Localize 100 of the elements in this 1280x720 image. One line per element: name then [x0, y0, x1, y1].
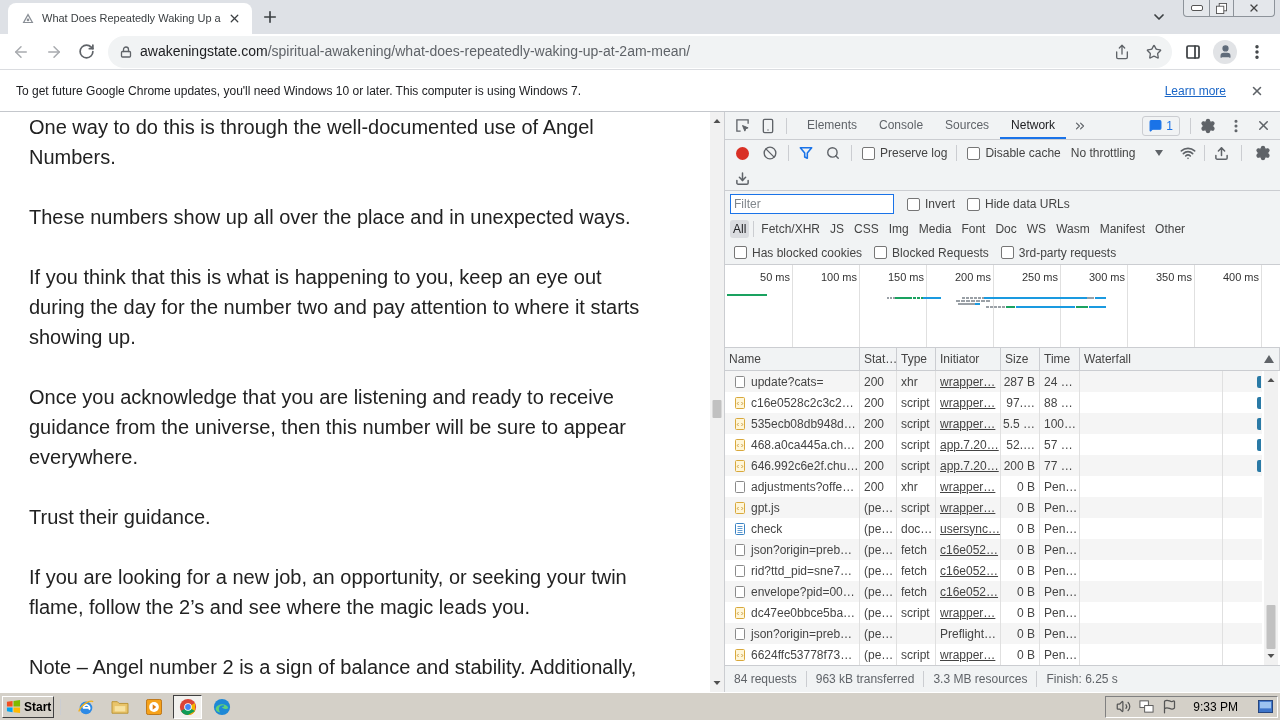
type-filter[interactable]: WS — [1023, 220, 1050, 238]
type-filter[interactable]: CSS — [851, 220, 882, 238]
inspect-element-icon[interactable] — [735, 118, 750, 133]
table-cell[interactable]: dc47ee0bbce5ba… — [751, 603, 856, 622]
taskbar-button[interactable] — [173, 694, 202, 719]
initiator-link[interactable]: c16e052… — [940, 561, 999, 580]
table-cell[interactable]: rid?ttd_pid=sne7… — [751, 561, 853, 580]
device-toolbar-icon[interactable] — [760, 117, 776, 134]
table-cell[interactable]: envelope?pid=00… — [751, 582, 855, 601]
type-filter[interactable]: JS — [827, 220, 848, 238]
panel-tab[interactable]: Sources — [934, 112, 1001, 139]
panel-tab[interactable]: Console — [868, 112, 935, 139]
column-header[interactable]: Initiator — [940, 350, 980, 368]
network-conditions-icon[interactable] — [1180, 145, 1197, 161]
checkbox[interactable] — [967, 146, 981, 160]
type-filter[interactable]: Other — [1152, 220, 1189, 238]
upload-icon[interactable] — [1214, 145, 1230, 161]
column-header[interactable]: Waterfall — [1084, 350, 1131, 368]
table-cell[interactable]: json?origin=preb… — [751, 624, 853, 643]
initiator-link[interactable]: app.7.20… — [940, 456, 999, 475]
browser-tab[interactable]: What Does Repeatedly Waking Up a — [8, 3, 252, 34]
initiator-link[interactable]: wrapper… — [940, 477, 996, 496]
type-filter[interactable]: Img — [885, 220, 912, 238]
initiator-link[interactable]: c16e052… — [940, 582, 999, 601]
volume-icon[interactable] — [1116, 699, 1132, 714]
type-filter[interactable]: Manifest — [1096, 220, 1149, 238]
panel-tab[interactable]: Elements — [796, 112, 869, 139]
checkbox-label[interactable]: Has blocked cookies — [752, 243, 863, 262]
address-field[interactable]: awakeningstate.com/spiritual-awakening/what-does-repeatedly-waking-up-at-2am-mean/ — [108, 35, 1172, 68]
checkbox-label[interactable]: Preserve log — [880, 144, 948, 162]
initiator-link[interactable]: wrapper… — [940, 603, 996, 622]
record-icon[interactable] — [736, 146, 749, 160]
initiator-link[interactable]: wrapper… — [940, 645, 996, 664]
download-icon[interactable] — [735, 170, 750, 186]
table-cell[interactable]: json?origin=preb… — [751, 540, 853, 559]
share-icon[interactable] — [1114, 43, 1130, 60]
profile-avatar-icon[interactable] — [1213, 39, 1237, 64]
initiator-link[interactable]: wrapper… — [940, 393, 996, 412]
initiator-link[interactable]: usersync… — [940, 519, 1001, 538]
issues-button[interactable]: 1 — [1142, 115, 1180, 136]
table-cell[interactable]: 646.992c6e2f.chu… — [751, 456, 859, 475]
throttling-select[interactable]: No throttling — [1070, 143, 1164, 163]
column-header[interactable]: Type — [901, 350, 927, 368]
settings-icon[interactable] — [1200, 117, 1216, 134]
type-filter[interactable]: All — [730, 220, 750, 238]
close-icon[interactable] — [1256, 118, 1271, 133]
clear-icon[interactable] — [763, 146, 777, 160]
checkbox-label[interactable]: Invert — [925, 195, 955, 213]
initiator-link[interactable]: app.7.20… — [940, 435, 999, 454]
checkbox-label[interactable]: Disable cache — [985, 144, 1061, 162]
page-scrollbar[interactable] — [710, 112, 724, 692]
sort-ascending-icon[interactable] — [1264, 355, 1274, 363]
checkbox-label[interactable]: Blocked Requests — [892, 243, 989, 262]
column-header[interactable]: Size — [1005, 350, 1029, 368]
type-filter[interactable]: Wasm — [1053, 220, 1093, 238]
new-tab-icon[interactable] — [261, 8, 279, 26]
search-icon[interactable] — [826, 146, 840, 160]
url-text[interactable]: awakeningstate.com/spiritual-awakening/what-does-repeatedly-waking-up-at-2am-mean/ — [140, 41, 691, 62]
initiator-link[interactable]: wrapper… — [940, 414, 996, 433]
column-header[interactable]: Stat… — [864, 350, 898, 368]
table-cell[interactable]: check — [751, 519, 783, 538]
type-filter[interactable]: Doc — [992, 220, 1020, 238]
paragraph: If you think that this is what is happening to you, keep an eye out during the day for the number two and pay attention to where it starts showing up. — [29, 265, 640, 350]
table-cell[interactable]: 6624ffc53778f73… — [751, 645, 853, 664]
checkbox[interactable] — [734, 246, 747, 259]
type-filter[interactable]: Font — [958, 220, 989, 238]
filter-field[interactable]: Filter — [730, 194, 894, 214]
checkbox[interactable] — [967, 197, 980, 211]
table-cell-text: 88 … — [1044, 394, 1073, 412]
show-desktop-icon[interactable] — [1258, 700, 1273, 713]
learn-more-link[interactable]: Learn more — [1164, 81, 1226, 100]
column-header[interactable]: Time — [1044, 350, 1071, 368]
type-filter[interactable]: Fetch/XHR — [758, 220, 824, 238]
type-filter[interactable]: Media — [915, 220, 955, 238]
checkbox[interactable] — [907, 197, 920, 211]
checkbox[interactable] — [874, 246, 888, 259]
checkbox-label[interactable]: Hide data URLs — [985, 195, 1070, 213]
bookmark-star-icon[interactable] — [1146, 43, 1162, 60]
initiator-link[interactable]: c16e052… — [940, 540, 999, 559]
checkbox[interactable] — [1000, 246, 1014, 259]
settings-icon[interactable] — [1255, 145, 1271, 161]
checkbox-label[interactable]: 3rd-party requests — [1018, 243, 1117, 262]
table-cell[interactable]: adjustments?offe… — [751, 477, 855, 496]
initiator-link[interactable]: wrapper… — [940, 498, 996, 517]
checkbox[interactable] — [862, 146, 875, 160]
table-cell[interactable]: gpt.js — [751, 498, 780, 517]
start-button[interactable]: Start — [2, 695, 54, 718]
reload-icon[interactable] — [78, 43, 95, 60]
table-cell[interactable]: c16e0528c2c3c2… — [751, 393, 854, 412]
filter-icon[interactable] — [799, 146, 813, 160]
network-icon[interactable] — [1139, 699, 1155, 714]
table-cell[interactable]: update?cats= — [751, 372, 824, 391]
flag-icon[interactable] — [1162, 699, 1178, 714]
paragraph: One way to do this is through the well-documented use of Angel Numbers. — [29, 115, 594, 170]
table-cell[interactable]: 468.a0ca445a.ch… — [751, 435, 856, 454]
initiator-link[interactable]: wrapper… — [940, 372, 996, 391]
table-cell[interactable]: 535ecb08db948d… — [751, 414, 856, 433]
table-scrollbar[interactable] — [1262, 371, 1280, 665]
column-header[interactable]: Name — [729, 350, 761, 368]
side-panel-icon[interactable] — [1185, 43, 1201, 60]
